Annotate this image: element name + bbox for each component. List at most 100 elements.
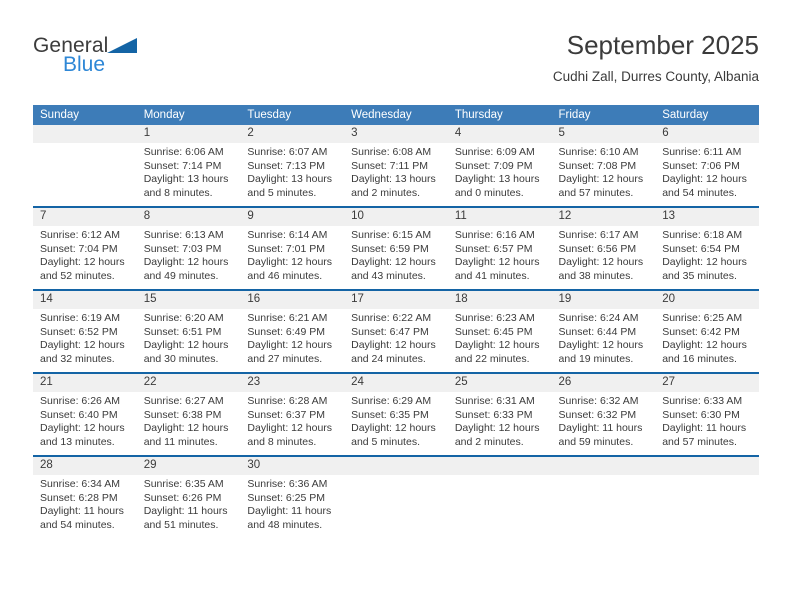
calendar-day-cell[interactable]: 23 Sunrise: 6:28 AM Sunset: 6:37 PM Dayligh… <box>240 372 345 456</box>
calendar-day-cell[interactable]: 20 Sunrise: 6:25 AM Sunset: 6:42 PM Dayligh… <box>655 289 759 373</box>
calendar-day-cell[interactable]: 1 Sunrise: 6:06 AM Sunset: 7:14 PM Daylight… <box>136 125 241 207</box>
calendar-day-cell[interactable]: 8 Sunrise: 6:13 AM Sunset: 7:03 PM Daylight… <box>136 206 241 290</box>
day-detail-line: and 32 minutes. <box>40 352 115 365</box>
calendar-day-cell[interactable]: 17 Sunrise: 6:22 AM Sunset: 6:47 PM Dayligh… <box>344 289 448 373</box>
page-title: September 2025 <box>566 30 759 60</box>
day-number: 8 <box>136 208 241 226</box>
day-detail-line: and 5 minutes. <box>351 435 420 448</box>
calendar-body: 1 Sunrise: 6:06 AM Sunset: 7:14 PM Daylight… <box>33 125 759 539</box>
day-detail-line: and 30 minutes. <box>143 352 219 365</box>
day-sun-details: Sunrise: 6:21 AM Sunset: 6:49 PM Daylight:… <box>240 309 344 372</box>
day-cell-inner: 30 Sunrise: 6:36 AM Sunset: 6:25 PM Dayligh… <box>240 457 345 539</box>
day-number: 18 <box>447 291 552 309</box>
calendar-day-cell[interactable]: 28 Sunrise: 6:34 AM Sunset: 6:28 PM Dayligh… <box>33 455 137 539</box>
day-detail-line: Sunset: 6:38 PM <box>143 408 222 421</box>
calendar-day-cell[interactable]: 22 Sunrise: 6:27 AM Sunset: 6:38 PM Dayligh… <box>136 372 241 456</box>
day-detail-line: Daylight: 13 hours <box>351 173 436 186</box>
day-detail-line: and 0 minutes. <box>454 186 524 199</box>
day-detail-line: Sunset: 6:35 PM <box>351 408 429 421</box>
day-sun-details: Sunrise: 6:12 AM Sunset: 7:04 PM Daylight:… <box>33 226 137 289</box>
day-number: 20 <box>655 291 759 309</box>
day-sun-details: Sunrise: 6:17 AM Sunset: 6:56 PM Daylight:… <box>552 226 656 289</box>
day-number <box>33 125 137 143</box>
calendar-day-cell[interactable]: 29 Sunrise: 6:35 AM Sunset: 6:26 PM Dayligh… <box>136 455 241 539</box>
day-sun-details: Sunrise: 6:20 AM Sunset: 6:51 PM Daylight:… <box>137 309 241 372</box>
day-cell-inner: 16 Sunrise: 6:21 AM Sunset: 6:49 PM Dayligh… <box>240 291 345 372</box>
calendar-day-cell[interactable]: 3 Sunrise: 6:08 AM Sunset: 7:11 PM Daylight… <box>344 125 448 207</box>
calendar-day-cell[interactable]: 7 Sunrise: 6:12 AM Sunset: 7:04 PM Daylight… <box>33 206 137 290</box>
calendar-day-cell[interactable]: 2 Sunrise: 6:07 AM Sunset: 7:13 PM Daylight… <box>240 125 345 207</box>
day-detail-line: Daylight: 12 hours <box>662 173 747 186</box>
day-sun-details: Sunrise: 6:15 AM Sunset: 6:59 PM Daylight:… <box>344 226 448 289</box>
day-number: 25 <box>447 374 552 392</box>
day-sun-details: Sunrise: 6:22 AM Sunset: 6:47 PM Daylight:… <box>344 309 448 372</box>
day-number: 11 <box>447 208 552 226</box>
calendar-day-cell[interactable]: 13 Sunrise: 6:18 AM Sunset: 6:54 PM Dayligh… <box>655 206 759 290</box>
calendar-day-cell[interactable]: 12 Sunrise: 6:17 AM Sunset: 6:56 PM Dayligh… <box>551 206 656 290</box>
calendar-day-cell[interactable]: 18 Sunrise: 6:23 AM Sunset: 6:45 PM Dayligh… <box>447 289 552 373</box>
day-sun-details: Sunrise: 6:29 AM Sunset: 6:35 PM Daylight:… <box>344 392 448 455</box>
day-detail-line: Daylight: 12 hours <box>662 339 747 352</box>
day-sun-details: Sunrise: 6:32 AM Sunset: 6:32 PM Daylight:… <box>552 392 656 455</box>
day-detail-line: Sunrise: 6:32 AM <box>558 395 639 407</box>
day-detail-line: Daylight: 13 hours <box>143 173 229 186</box>
calendar-day-cell[interactable]: 16 Sunrise: 6:21 AM Sunset: 6:49 PM Dayligh… <box>240 289 345 373</box>
day-detail-line: Sunrise: 6:28 AM <box>247 395 328 407</box>
day-sun-details: Sunrise: 6:06 AM Sunset: 7:14 PM Daylight:… <box>137 143 241 206</box>
general-blue-logo[interactable]: General Blue <box>33 34 233 90</box>
day-detail-line: Sunrise: 6:20 AM <box>143 312 224 324</box>
day-detail-line: Sunrise: 6:26 AM <box>40 395 120 407</box>
day-number: 3 <box>344 125 448 143</box>
day-detail-line: Sunrise: 6:36 AM <box>247 478 328 490</box>
calendar-day-cell[interactable]: 25 Sunrise: 6:31 AM Sunset: 6:33 PM Dayligh… <box>447 372 552 456</box>
calendar-day-cell[interactable]: 26 Sunrise: 6:32 AM Sunset: 6:32 PM Dayligh… <box>551 372 656 456</box>
day-cell-inner: 12 Sunrise: 6:17 AM Sunset: 6:56 PM Dayligh… <box>551 208 656 289</box>
calendar-empty-cell <box>33 125 137 207</box>
day-detail-line: Sunrise: 6:11 AM <box>662 146 742 158</box>
calendar-day-cell[interactable]: 30 Sunrise: 6:36 AM Sunset: 6:25 PM Dayligh… <box>240 455 345 539</box>
page-header: General Blue September 2025 Cudhi Zall, … <box>33 28 759 98</box>
calendar-day-cell[interactable]: 10 Sunrise: 6:15 AM Sunset: 6:59 PM Dayligh… <box>344 206 448 290</box>
day-detail-line: Sunrise: 6:27 AM <box>143 395 224 407</box>
day-detail-line: and 24 minutes. <box>351 352 426 365</box>
day-detail-line: Sunset: 6:26 PM <box>143 491 222 504</box>
calendar-day-cell[interactable]: 27 Sunrise: 6:33 AM Sunset: 6:30 PM Dayligh… <box>655 372 759 456</box>
day-cell-inner: 19 Sunrise: 6:24 AM Sunset: 6:44 PM Dayligh… <box>551 291 656 372</box>
calendar-day-cell[interactable]: 6 Sunrise: 6:11 AM Sunset: 7:06 PM Daylight… <box>655 125 759 207</box>
calendar-day-cell[interactable]: 9 Sunrise: 6:14 AM Sunset: 7:01 PM Daylight… <box>240 206 345 290</box>
calendar-day-cell[interactable]: 11 Sunrise: 6:16 AM Sunset: 6:57 PM Dayligh… <box>447 206 552 290</box>
calendar-day-cell[interactable]: 19 Sunrise: 6:24 AM Sunset: 6:44 PM Dayligh… <box>551 289 656 373</box>
calendar-day-cell[interactable]: 14 Sunrise: 6:19 AM Sunset: 6:52 PM Dayligh… <box>33 289 137 373</box>
weekday-header-monday: Monday <box>136 105 241 125</box>
day-cell-inner: 15 Sunrise: 6:20 AM Sunset: 6:51 PM Dayligh… <box>136 291 241 372</box>
day-detail-line: and 49 minutes. <box>143 269 219 282</box>
day-detail-line: Sunrise: 6:33 AM <box>662 395 743 407</box>
day-detail-line: and 35 minutes. <box>662 269 737 282</box>
day-sun-details <box>344 475 448 538</box>
day-detail-line: and 54 minutes. <box>40 518 115 531</box>
day-detail-line: and 27 minutes. <box>247 352 323 365</box>
day-cell-inner: 10 Sunrise: 6:15 AM Sunset: 6:59 PM Dayligh… <box>344 208 448 289</box>
calendar-week-row: 7 Sunrise: 6:12 AM Sunset: 7:04 PM Daylight… <box>33 206 759 290</box>
day-detail-line: Sunrise: 6:08 AM <box>351 146 432 158</box>
day-sun-details: Sunrise: 6:33 AM Sunset: 6:30 PM Daylight:… <box>655 392 759 455</box>
day-number: 6 <box>655 125 759 143</box>
day-detail-line: Daylight: 12 hours <box>40 422 125 435</box>
day-detail-line: and 8 minutes. <box>143 186 213 199</box>
day-detail-line: Sunset: 7:11 PM <box>351 159 428 172</box>
weekday-header-tuesday: Tuesday <box>240 105 345 125</box>
day-detail-line: Sunset: 7:03 PM <box>143 242 222 255</box>
calendar-day-cell[interactable]: 5 Sunrise: 6:10 AM Sunset: 7:08 PM Daylight… <box>551 125 656 207</box>
day-detail-line: Daylight: 12 hours <box>662 256 747 269</box>
day-sun-details: Sunrise: 6:16 AM Sunset: 6:57 PM Daylight:… <box>448 226 552 289</box>
day-cell-inner: 1 Sunrise: 6:06 AM Sunset: 7:14 PM Daylight… <box>136 125 241 206</box>
calendar-day-cell[interactable]: 24 Sunrise: 6:29 AM Sunset: 6:35 PM Dayligh… <box>344 372 448 456</box>
day-detail-line: Sunrise: 6:21 AM <box>247 312 328 324</box>
day-sun-details <box>448 475 552 538</box>
day-detail-line: Sunrise: 6:16 AM <box>454 229 535 241</box>
calendar-day-cell[interactable]: 4 Sunrise: 6:09 AM Sunset: 7:09 PM Daylight… <box>447 125 552 207</box>
calendar-day-cell[interactable]: 21 Sunrise: 6:26 AM Sunset: 6:40 PM Dayligh… <box>33 372 137 456</box>
day-detail-line: Sunrise: 6:22 AM <box>351 312 432 324</box>
calendar-day-cell[interactable]: 15 Sunrise: 6:20 AM Sunset: 6:51 PM Dayligh… <box>136 289 241 373</box>
day-number: 22 <box>136 374 241 392</box>
